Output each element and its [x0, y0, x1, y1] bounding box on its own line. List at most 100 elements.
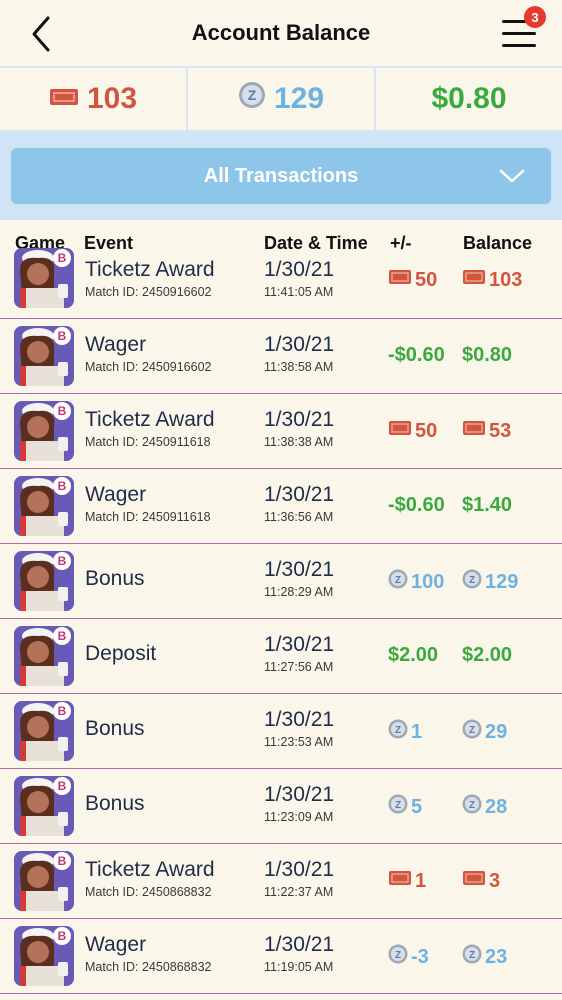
match-id: Match ID: 2450916602 [85, 285, 212, 299]
z-coin-icon: Z [388, 569, 408, 595]
transaction-change: Z -3 [388, 944, 429, 970]
transaction-balance: $0.80 [462, 344, 512, 367]
svg-text:B: B [58, 929, 67, 943]
svg-text:B: B [58, 704, 67, 718]
event-name: Ticketz Award [85, 408, 215, 431]
event-name: Bonus [85, 717, 145, 740]
transaction-change: 50 [388, 268, 437, 292]
svg-text:B: B [58, 479, 67, 493]
chevron-down-icon [499, 169, 525, 183]
svg-text:Z: Z [469, 575, 475, 586]
match-id: Match ID: 2450916602 [85, 360, 212, 374]
transaction-list: B Ticketz Award Match ID: 2450916602 1/30/2… [0, 248, 562, 994]
transaction-row[interactable]: B Wager Match ID: 2450916602 1/30/21 11:38:5… [0, 319, 562, 394]
notification-badge: 3 [524, 6, 546, 28]
change-value: -3 [411, 945, 429, 968]
transaction-date: 1/30/21 [264, 633, 335, 656]
transaction-filter-dropdown[interactable]: All Transactions [11, 148, 551, 204]
balance-summary: 103 Z 129 $0.80 [0, 66, 562, 132]
transaction-balance: Z 23 [462, 944, 507, 970]
svg-text:B: B [58, 554, 67, 568]
event-name: Ticketz Award [85, 858, 215, 881]
svg-text:Z: Z [469, 800, 475, 811]
svg-text:Z: Z [469, 725, 475, 736]
transaction-row[interactable]: B Bonus 1/30/21 11:28:29 AM Z 100 Z 129 [0, 544, 562, 619]
transaction-time: 11:23:53 AM [264, 735, 334, 749]
ticket-icon [388, 869, 412, 893]
svg-text:B: B [58, 404, 67, 418]
transaction-row[interactable]: B Bonus 1/30/21 11:23:09 AM Z 5 Z 28 [0, 769, 562, 844]
transaction-time: 11:23:09 AM [264, 810, 334, 824]
column-header-balance: Balance [463, 233, 533, 253]
z-coin-icon: Z [388, 719, 408, 745]
transaction-balance: $2.00 [462, 644, 512, 667]
filter-label: All Transactions [203, 164, 359, 187]
ticket-balance-value: 103 [86, 82, 138, 115]
transaction-date: 1/30/21 [264, 933, 335, 956]
change-value: 1 [415, 869, 427, 892]
transaction-row[interactable]: B Deposit 1/30/21 11:27:56 AM $2.00 $2.00 [0, 619, 562, 694]
svg-text:Z: Z [395, 950, 401, 961]
coin-balance-value: 129 [273, 82, 325, 115]
game-thumbnail: B [14, 401, 74, 461]
transaction-balance: Z 29 [462, 719, 507, 745]
game-thumbnail: B [14, 926, 74, 986]
change-value: $2.00 [388, 644, 439, 666]
menu-button[interactable]: 3 [500, 6, 546, 54]
transaction-time: 11:38:58 AM [264, 360, 334, 374]
z-coin-icon: Z [388, 794, 408, 820]
transaction-change: -$0.60 [388, 494, 445, 517]
transaction-date: 1/30/21 [264, 858, 335, 881]
z-coin-icon: Z [238, 81, 266, 117]
change-value: 50 [415, 268, 438, 291]
svg-text:B: B [58, 329, 67, 343]
transaction-balance: $1.40 [462, 494, 512, 517]
game-thumbnail: B [14, 476, 74, 536]
transaction-row[interactable]: B Wager Match ID: 2450911618 1/30/21 11:36:5… [0, 469, 562, 544]
transaction-row[interactable]: B Ticketz Award Match ID: 2450868832 1/30/2… [0, 844, 562, 919]
z-coin-icon: Z [462, 719, 482, 745]
svg-text:Z: Z [395, 575, 401, 586]
hamburger-icon-bar [502, 32, 536, 35]
transaction-change: 50 [388, 419, 437, 443]
column-header-event: Event [84, 233, 134, 253]
transaction-row[interactable]: B Ticketz Award Match ID: 2450916602 1/30/2… [0, 248, 562, 319]
game-thumbnail: B [14, 248, 74, 308]
match-id: Match ID: 2450911618 [85, 510, 211, 524]
svg-text:B: B [58, 251, 67, 265]
game-thumbnail: B [14, 551, 74, 611]
event-name: Deposit [85, 642, 157, 665]
event-name: Ticketz Award [85, 258, 215, 281]
balance-value: 103 [489, 268, 523, 291]
balance-value: $0.80 [462, 344, 513, 366]
event-name: Wager [85, 933, 147, 956]
transaction-row[interactable]: B Wager Match ID: 2450868832 1/30/21 11:19:0… [0, 919, 562, 994]
transaction-time: 11:27:56 AM [264, 660, 334, 674]
column-header-datetime: Date & Time [264, 233, 368, 253]
balance-value: 3 [489, 869, 501, 892]
transaction-time: 11:41:05 AM [264, 285, 334, 299]
transaction-time: 11:28:29 AM [264, 585, 334, 599]
transaction-row[interactable]: B Bonus 1/30/21 11:23:53 AM Z 1 Z 29 [0, 694, 562, 769]
transaction-time: 11:38:38 AM [264, 435, 334, 449]
z-coin-icon: Z [462, 944, 482, 970]
transaction-row[interactable]: B Ticketz Award Match ID: 2450911618 1/30/2… [0, 394, 562, 469]
svg-text:Z: Z [395, 725, 401, 736]
game-thumbnail: B [14, 326, 74, 386]
ticket-icon [462, 268, 486, 292]
transaction-time: 11:36:56 AM [264, 510, 334, 524]
game-thumbnail: B [14, 701, 74, 761]
change-value: 100 [411, 570, 445, 593]
header-bar: Account Balance 3 [0, 0, 562, 66]
match-id: Match ID: 2450911618 [85, 435, 211, 449]
cash-balance: $0.80 [376, 68, 562, 130]
match-id: Match ID: 2450868832 [85, 960, 212, 974]
ticket-icon [388, 419, 412, 443]
change-value: 50 [415, 419, 438, 442]
balance-value: 29 [485, 720, 508, 743]
game-thumbnail: B [14, 851, 74, 911]
transaction-change: Z 100 [388, 569, 444, 595]
column-header-change: +/- [390, 233, 412, 253]
ticket-icon [462, 419, 486, 443]
transaction-change: -$0.60 [388, 344, 445, 367]
